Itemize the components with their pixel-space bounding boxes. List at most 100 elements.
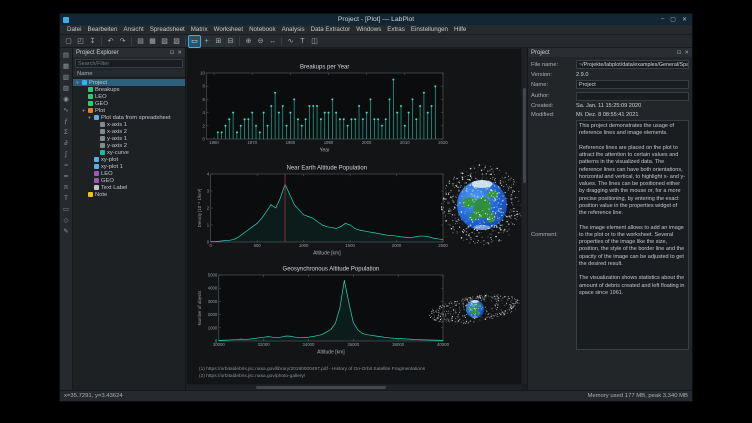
notebook-tool-button[interactable]: ▨ (61, 83, 72, 93)
add-image-button[interactable]: ◫ (309, 36, 320, 47)
menu-einstellungen[interactable]: Einstellungen (408, 26, 451, 33)
function-tool-button[interactable]: ƒ (61, 116, 72, 126)
zoom-x-select-mode-button[interactable]: ⊟ (225, 36, 236, 47)
tree-item-xy-plot-1[interactable]: xy-plot 1 (73, 163, 185, 170)
add-text-label-button[interactable]: T (297, 36, 308, 47)
new-notebook-button[interactable]: ▨ (171, 36, 182, 47)
tree-item-plot-data-from-spreadsheet[interactable]: ▾Plot data from spreadsheet (73, 114, 185, 121)
add-plot-button[interactable]: ∿ (285, 36, 296, 47)
statistics-tool-button[interactable]: Σ (61, 127, 72, 137)
save-project-button[interactable]: ↧ (87, 36, 98, 47)
close-dock-icon[interactable]: ✕ (177, 50, 182, 56)
shape-tool-button[interactable]: ◇ (61, 215, 72, 225)
differentiation-tool-button[interactable]: ∂ (61, 138, 72, 148)
tree-item-leo[interactable]: LEO (73, 93, 185, 100)
search-input[interactable] (75, 59, 183, 68)
menu-extras[interactable]: Extras (384, 26, 408, 33)
tree-item-xy-plot[interactable]: xy-plot (73, 156, 185, 163)
titlebar[interactable]: Project - [Plot] — LabPlot – ▢ ✕ (60, 14, 692, 25)
tree-item-text-label[interactable]: Text Label (73, 184, 185, 191)
properties-dock-header[interactable]: Project ⊡ ✕ (528, 48, 692, 57)
breakups-per-year-chart[interactable]: 19601970198019902000201020200246810Break… (197, 61, 449, 154)
tree-item-label: LEO (95, 94, 107, 100)
menu-windows[interactable]: Windows (353, 26, 384, 33)
zoom-in-button[interactable]: ⊕ (243, 36, 254, 47)
crosshair-mode-button[interactable]: + (201, 36, 212, 47)
expander-icon[interactable]: ▾ (87, 114, 92, 121)
menu-spreadsheet[interactable]: Spreadsheet (147, 26, 188, 33)
smoothing-tool-button[interactable]: ≃ (61, 171, 72, 181)
tree-item-label: x-axis 1 (107, 122, 127, 128)
zoom-select-mode-button[interactable]: ⊞ (213, 36, 224, 47)
worksheet-canvas[interactable]: 19601970198019902000201020200246810Break… (187, 49, 521, 384)
matrix-tool-button[interactable]: ▦ (61, 61, 72, 71)
zoom-out-button[interactable]: ⊖ (255, 36, 266, 47)
menu-data-extractor[interactable]: Data Extractor (308, 26, 354, 33)
tree-item-project[interactable]: ▾Project (73, 79, 185, 86)
integration-tool-button[interactable]: ∫ (61, 149, 72, 159)
prop-value-author[interactable] (576, 92, 689, 101)
tree-item-leo[interactable]: LEO (73, 170, 185, 177)
prop-value-name[interactable]: Project (576, 80, 689, 89)
close-dock-icon[interactable]: ✕ (684, 50, 689, 56)
select-mode-button[interactable]: ▭ (189, 36, 200, 47)
menu-matrix[interactable]: Matrix (188, 26, 211, 33)
fit-page-button[interactable]: ↔ (267, 36, 278, 47)
tree-item-x-axis-1[interactable]: x-axis 1 (73, 121, 185, 128)
text-label-tool-button[interactable]: T (61, 193, 72, 203)
menu-datei[interactable]: Datei (64, 26, 84, 33)
minimize-icon[interactable]: – (661, 16, 664, 23)
leo-debris-image[interactable] (441, 161, 521, 249)
new-project-button[interactable]: ▢ (63, 36, 74, 47)
geosynchronous-altitude-chart[interactable]: 3000032000340003600038000400000100020003… (197, 263, 449, 356)
tree-item-geo[interactable]: GEO (73, 100, 185, 107)
new-matrix-button[interactable]: ▦ (147, 36, 158, 47)
new-spreadsheet-button[interactable]: ▤ (135, 36, 146, 47)
curve-tool-button[interactable]: ∿ (61, 105, 72, 115)
menu-worksheet[interactable]: Worksheet (211, 26, 246, 33)
near-earth-altitude-chart[interactable]: 0500100015002000250001234Near Earth Alti… (197, 162, 449, 257)
tree-item-label: x-axis 2 (107, 129, 127, 135)
spreadsheet-tool-button[interactable]: ▤ (61, 50, 72, 60)
tree-item-y-axis-2[interactable]: y-axis 2 (73, 142, 185, 149)
worksheet-tool-button[interactable]: ▧ (61, 72, 72, 82)
new-worksheet-button[interactable]: ▧ (159, 36, 170, 47)
citations-text-label[interactable]: (1) https://orbitaldebris.jsc.nasa.gov/l… (199, 367, 425, 381)
prop-value-comment[interactable]: This project demonstrates the usage of r… (576, 120, 689, 350)
redo-button[interactable]: ↷ (117, 36, 128, 47)
svg-text:Number of objects: Number of objects (197, 291, 202, 326)
geo-debris-image[interactable] (427, 281, 521, 337)
float-dock-icon[interactable]: ⊡ (170, 50, 175, 56)
tree-item-breakups[interactable]: Breakups (73, 86, 185, 93)
float-dock-icon[interactable]: ⊡ (677, 50, 682, 56)
menu-hilfe[interactable]: Hilfe (451, 26, 469, 33)
plot-tool-button[interactable]: ◉ (61, 94, 72, 104)
undo-button[interactable]: ↶ (105, 36, 116, 47)
image-tool-button[interactable]: ▭ (61, 204, 72, 214)
expander-icon[interactable]: ▾ (75, 79, 80, 86)
prop-value-file-name[interactable]: ~/Projekte/labplot/data/examples/General… (576, 60, 689, 69)
tree-item-note[interactable]: Note (73, 191, 185, 198)
menu-bearbeiten[interactable]: Bearbeiten (84, 26, 120, 33)
tree-item-geo[interactable]: GEO (73, 177, 185, 184)
vertical-scroll-thumb[interactable] (523, 88, 526, 183)
maximize-icon[interactable]: ▢ (670, 16, 676, 23)
menu-notebook[interactable]: Notebook (246, 26, 279, 33)
worksheet-horizontal-scrollbar[interactable] (186, 385, 521, 390)
interpolation-tool-button[interactable]: ≈ (61, 160, 72, 170)
worksheet-vertical-scrollbar[interactable] (522, 48, 527, 384)
tree-item-y-axis-1[interactable]: y-axis 1 (73, 135, 185, 142)
close-icon[interactable]: ✕ (682, 16, 687, 23)
horizontal-scroll-thumb[interactable] (256, 386, 386, 389)
tree-item-plot[interactable]: ▾Plot (73, 107, 185, 114)
tree-item-x-axis-2[interactable]: x-axis 2 (73, 128, 185, 135)
tree-item-xy-curve[interactable]: xy-curve (73, 149, 185, 156)
fit-tool-button[interactable]: π (61, 182, 72, 192)
edit-tool-button[interactable]: ✎ (61, 226, 72, 236)
menu-ansicht[interactable]: Ansicht (120, 26, 146, 33)
tree-column-header[interactable]: Name (73, 70, 185, 78)
expander-icon[interactable]: ▾ (81, 107, 86, 114)
menu-analysis[interactable]: Analysis (279, 26, 308, 33)
open-project-button[interactable]: ◰ (75, 36, 86, 47)
project-explorer-header[interactable]: Project Explorer ⊡ ✕ (73, 48, 185, 57)
